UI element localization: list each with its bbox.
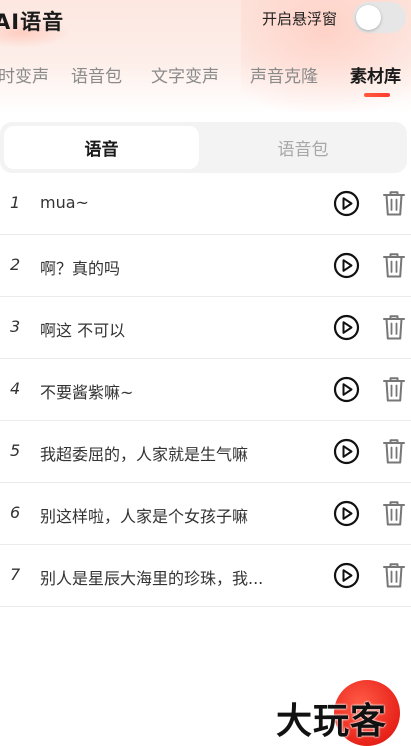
item-text: 我超委屈的，人家就是生气嘛 — [40, 445, 249, 464]
segment-control: 语音 语音包 — [0, 122, 407, 173]
float-window-toggle[interactable] — [353, 2, 406, 33]
item-index: 3 — [10, 317, 21, 336]
app-title: AI语音 — [0, 10, 65, 34]
tab-text-voice-change[interactable]: 文字变声 — [151, 62, 219, 87]
play-circle-icon[interactable] — [333, 438, 360, 465]
item-text: 啊？真的吗 — [40, 259, 121, 278]
segment-voice[interactable]: 语音 — [4, 126, 199, 169]
item-text: 别这样啦，人家是个女孩子嘛 — [40, 507, 249, 526]
list-item[interactable]: 1 mua~ — [0, 173, 411, 235]
play-circle-icon[interactable] — [333, 252, 360, 279]
play-circle-icon[interactable] — [333, 314, 360, 341]
trash-icon[interactable] — [381, 189, 407, 217]
watermark-logo: 大玩客 — [274, 678, 411, 746]
trash-icon[interactable] — [381, 375, 407, 403]
item-index: 7 — [10, 565, 21, 584]
trash-icon[interactable] — [381, 313, 407, 341]
tab-realtime-voice-change[interactable]: 时变声 — [0, 62, 49, 87]
play-circle-icon[interactable] — [333, 190, 360, 217]
trash-icon[interactable] — [381, 437, 407, 465]
item-index: 2 — [10, 255, 21, 274]
list-item[interactable]: 4 不要酱紫嘛~ — [0, 359, 411, 421]
play-circle-icon[interactable] — [333, 562, 360, 589]
item-index: 5 — [10, 441, 21, 460]
segment-voice-pack[interactable]: 语音包 — [203, 126, 403, 169]
item-text: 别人是星辰大海里的珍珠，我... — [40, 569, 264, 588]
float-window-label: 开启悬浮窗 — [262, 10, 338, 28]
active-tab-indicator — [364, 93, 390, 97]
list-item[interactable]: 6 别这样啦，人家是个女孩子嘛 — [0, 483, 411, 545]
list-item[interactable]: 3 啊这 不可以 — [0, 297, 411, 359]
list-item[interactable]: 5 我超委屈的，人家就是生气嘛 — [0, 421, 411, 483]
item-index: 1 — [10, 193, 21, 212]
trash-icon[interactable] — [381, 561, 407, 589]
tab-material-library[interactable]: 素材库 — [350, 62, 401, 87]
watermark-text: 大玩客 — [276, 701, 388, 742]
item-text: 不要酱紫嘛~ — [40, 383, 134, 402]
item-text: 啊这 不可以 — [40, 321, 126, 340]
item-index: 6 — [10, 503, 21, 522]
top-tabs: 时变声 语音包 文字变声 声音克隆 素材库 — [0, 62, 411, 96]
voice-list: 1 mua~ 2 啊？真的吗 3 啊这 不可以 4 不要酱紫嘛~ 5 我超委屈的… — [0, 173, 411, 607]
tab-voice-pack[interactable]: 语音包 — [71, 62, 122, 87]
trash-icon[interactable] — [381, 499, 407, 527]
play-circle-icon[interactable] — [333, 376, 360, 403]
tab-voice-clone[interactable]: 声音克隆 — [250, 62, 318, 87]
item-text: mua~ — [40, 193, 89, 212]
list-item[interactable]: 2 啊？真的吗 — [0, 235, 411, 297]
toggle-knob — [356, 5, 381, 30]
play-circle-icon[interactable] — [333, 500, 360, 527]
trash-icon[interactable] — [381, 251, 407, 279]
item-index: 4 — [10, 379, 21, 398]
list-item[interactable]: 7 别人是星辰大海里的珍珠，我... — [0, 545, 411, 607]
